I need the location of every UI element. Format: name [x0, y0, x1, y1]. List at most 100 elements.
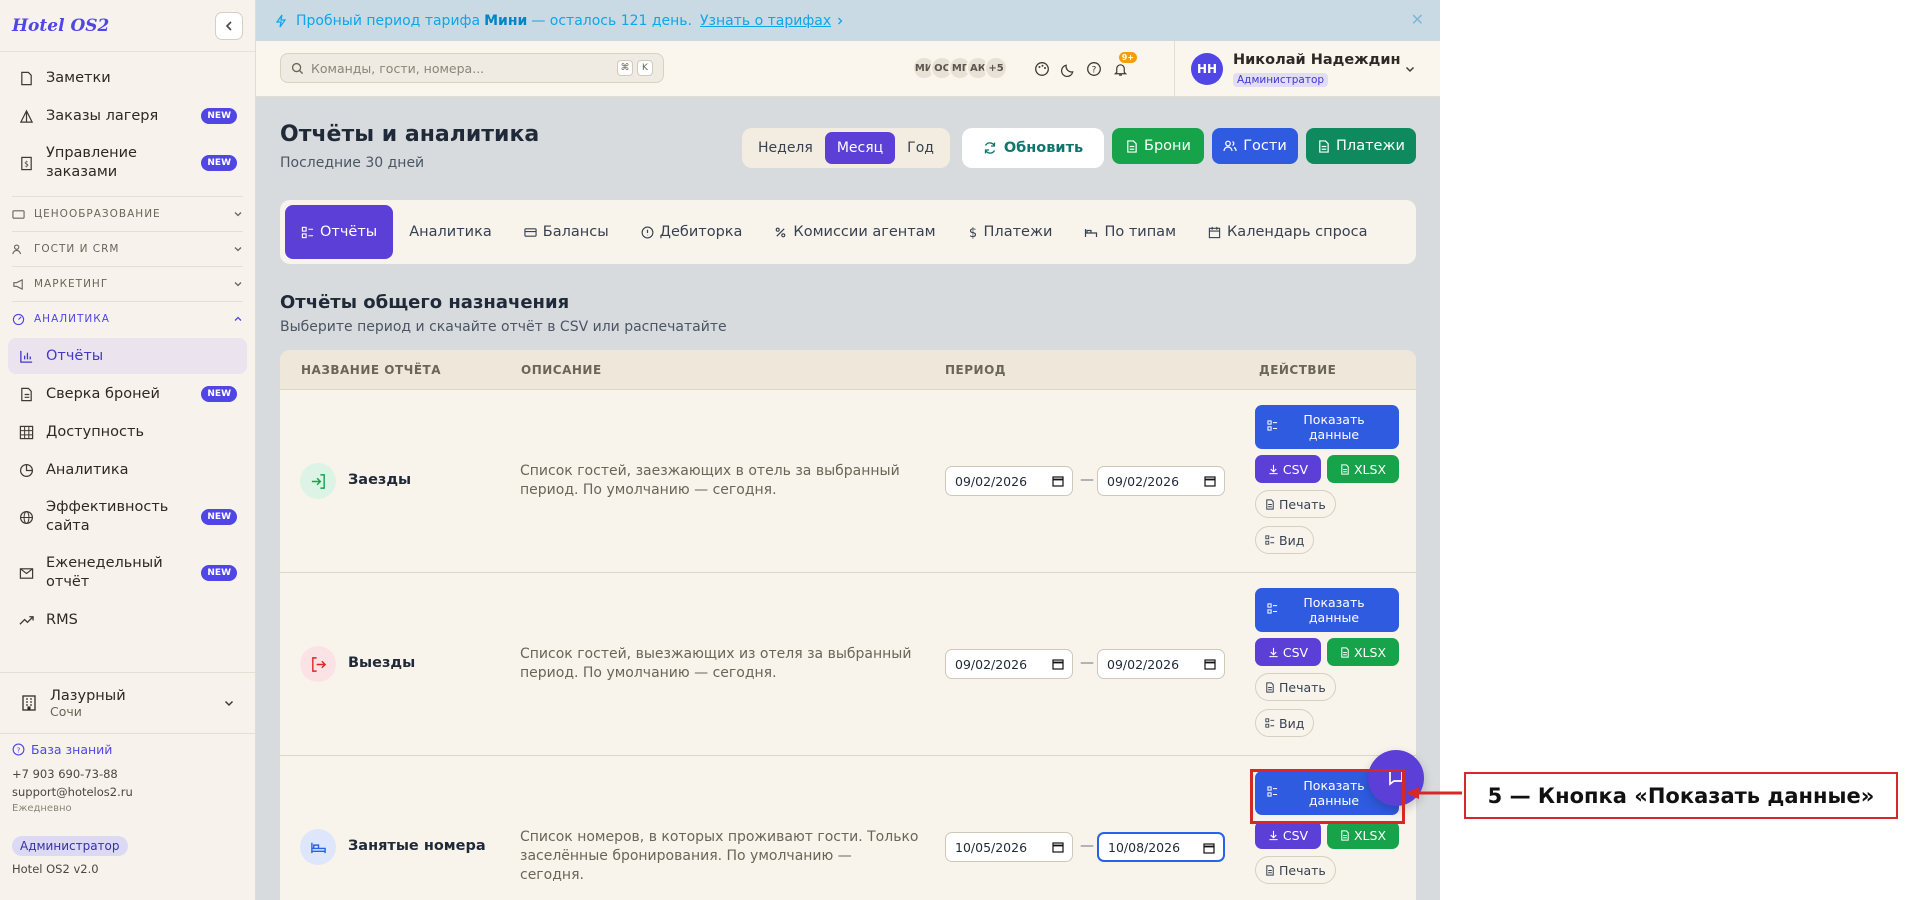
sidebar-item-order-management[interactable]: $ Управление заказами NEW [8, 136, 247, 190]
csv-button[interactable]: CSV [1255, 638, 1321, 666]
view-label: Вид [1279, 532, 1305, 548]
date-from-input[interactable]: 09/02/2026 [945, 466, 1073, 496]
sidebar-item-weekly-report[interactable]: Еженедельный отчёт NEW [8, 546, 247, 600]
help-button[interactable]: ? [1080, 55, 1108, 83]
date-value: 10/05/2026 [955, 839, 1028, 855]
tab-label: По типам [1104, 224, 1177, 240]
tab-demand-calendar[interactable]: Календарь спроса [1192, 205, 1384, 259]
xlsx-button[interactable]: XLSX [1327, 455, 1399, 483]
banner-prefix: Пробный период тарифа [296, 12, 481, 29]
sidebar-item-site-efficiency[interactable]: Эффективность сайта NEW [8, 490, 247, 544]
section-marketing[interactable]: МАРКЕТИНГ [12, 266, 243, 301]
support-email[interactable]: support@hotelos2.ru [12, 783, 244, 801]
date-to-input[interactable]: 09/02/2026 [1097, 466, 1225, 496]
period-month[interactable]: Месяц [824, 132, 896, 164]
print-button[interactable]: Печать [1255, 490, 1336, 518]
online-users[interactable]: МИ ОС МГ АК +5 [912, 56, 1008, 80]
sidebar-item-availability[interactable]: Доступность [8, 414, 247, 450]
sidebar-item-camp-orders[interactable]: Заказы лагеря NEW [8, 98, 247, 134]
sidebar-item-analytics[interactable]: Аналитика [8, 452, 247, 488]
file-icon [1341, 463, 1349, 475]
section-pricing[interactable]: ЦЕНООБРАЗОВАНИЕ [12, 196, 243, 231]
csv-button[interactable]: CSV [1255, 455, 1321, 483]
show-data-button[interactable]: Показать данные [1255, 588, 1399, 632]
building-icon [20, 694, 38, 712]
xlsx-button[interactable]: XLSX [1327, 821, 1399, 849]
shortcut-key-cmd: ⌘ [617, 60, 633, 76]
export-payments-button[interactable]: Платежи [1306, 128, 1416, 164]
list-icon [1267, 603, 1278, 614]
period-year[interactable]: Год [895, 132, 946, 164]
brand-logo[interactable]: Hotel OS2 [12, 16, 109, 36]
show-data-button[interactable]: Показать данные [1255, 405, 1399, 449]
user-role: Администратор [1233, 72, 1329, 87]
date-to-input[interactable]: 10/08/2026 [1097, 832, 1225, 862]
view-button[interactable]: Вид [1255, 709, 1315, 737]
support-phone[interactable]: +7 903 690-73-88 [12, 765, 244, 783]
knowledge-base-label: База знаний [31, 742, 113, 757]
date-separator: — [1080, 655, 1094, 671]
tab-reports[interactable]: Отчёты [285, 205, 394, 259]
dark-mode-button[interactable] [1054, 55, 1082, 83]
avatars-more[interactable]: +5 [984, 56, 1008, 80]
new-badge: NEW [201, 565, 237, 581]
megaphone-icon [12, 277, 26, 291]
sidebar-item-rms[interactable]: RMS [8, 602, 247, 638]
file-icon [1319, 139, 1329, 153]
knowledge-base-link[interactable]: ? База знаний [12, 742, 244, 757]
sidebar-item-reports[interactable]: Отчёты [8, 338, 247, 374]
tab-agent-commissions[interactable]: Комиссии агентам [758, 205, 951, 259]
period-week[interactable]: Неделя [746, 132, 825, 164]
highlight-box [1250, 769, 1405, 824]
command-search[interactable]: Команды, гости, номера... ⌘ K [280, 53, 664, 83]
period-selector: Неделя Месяц Год [742, 128, 950, 168]
export-bookings-button[interactable]: Брони [1112, 128, 1204, 164]
col-period: ПЕРИОД [945, 363, 1006, 377]
calendar-icon [1052, 842, 1064, 853]
alert-circle-icon [641, 226, 654, 239]
svg-text:$: $ [24, 159, 29, 168]
hotel-switcher[interactable]: Лазурный Сочи [0, 672, 255, 734]
date-from-input[interactable]: 10/05/2026 [945, 832, 1073, 862]
date-to-input[interactable]: 09/02/2026 [1097, 649, 1225, 679]
csv-label: CSV [1282, 827, 1309, 843]
file-icon [1266, 498, 1274, 510]
tab-payments[interactable]: $ Платежи [952, 205, 1069, 259]
document-icon [18, 386, 34, 402]
collapse-sidebar-button[interactable] [215, 11, 243, 40]
date-from-input[interactable]: 09/02/2026 [945, 649, 1073, 679]
tab-analytics[interactable]: Аналитика [393, 205, 508, 259]
tab-label: Календарь спроса [1227, 224, 1368, 240]
gauge-icon [12, 312, 26, 326]
xlsx-button[interactable]: XLSX [1327, 638, 1399, 666]
tab-receivables[interactable]: Дебиторка [625, 205, 759, 259]
date-value: 09/02/2026 [1107, 473, 1180, 489]
show-data-label: Показать данные [1303, 595, 1365, 625]
notifications-button[interactable]: 9+ [1106, 52, 1137, 83]
banner-suffix: — осталось 121 день. [531, 12, 693, 29]
export-guests-button[interactable]: Гости [1212, 128, 1298, 164]
svg-text:?: ? [1092, 66, 1097, 76]
print-label: Печать [1279, 496, 1326, 512]
close-banner-icon[interactable]: ✕ [1411, 10, 1424, 29]
section-guests-crm[interactable]: ГОСТИ И CRM [12, 231, 243, 266]
note-icon [18, 70, 34, 86]
sidebar-item-notes[interactable]: Заметки [8, 60, 247, 96]
tab-by-types[interactable]: По типам [1068, 205, 1192, 259]
date-value: 10/08/2026 [1108, 839, 1181, 855]
app-window: Hotel OS2 Заметки Заказы лагеря NEW $ Уп… [0, 0, 1440, 900]
csv-button[interactable]: CSV [1255, 821, 1321, 849]
svg-text:?: ? [17, 745, 21, 754]
tab-balances[interactable]: Балансы [508, 205, 625, 259]
section-analytics[interactable]: АНАЛИТИКА [12, 301, 243, 336]
print-button[interactable]: Печать [1255, 673, 1336, 701]
palette-icon [1035, 62, 1049, 76]
refresh-button[interactable]: Обновить [962, 128, 1104, 168]
sidebar-item-booking-reconciliation[interactable]: Сверка броней NEW [8, 376, 247, 412]
date-value: 09/02/2026 [1107, 656, 1180, 672]
pricing-link[interactable]: Узнать о тарифах [700, 13, 831, 29]
view-button[interactable]: Вид [1255, 526, 1315, 554]
theme-palette-button[interactable] [1028, 55, 1056, 83]
print-button[interactable]: Печать [1255, 856, 1336, 884]
user-menu[interactable]: НН Николай Надеждин Администратор [1174, 41, 1440, 97]
